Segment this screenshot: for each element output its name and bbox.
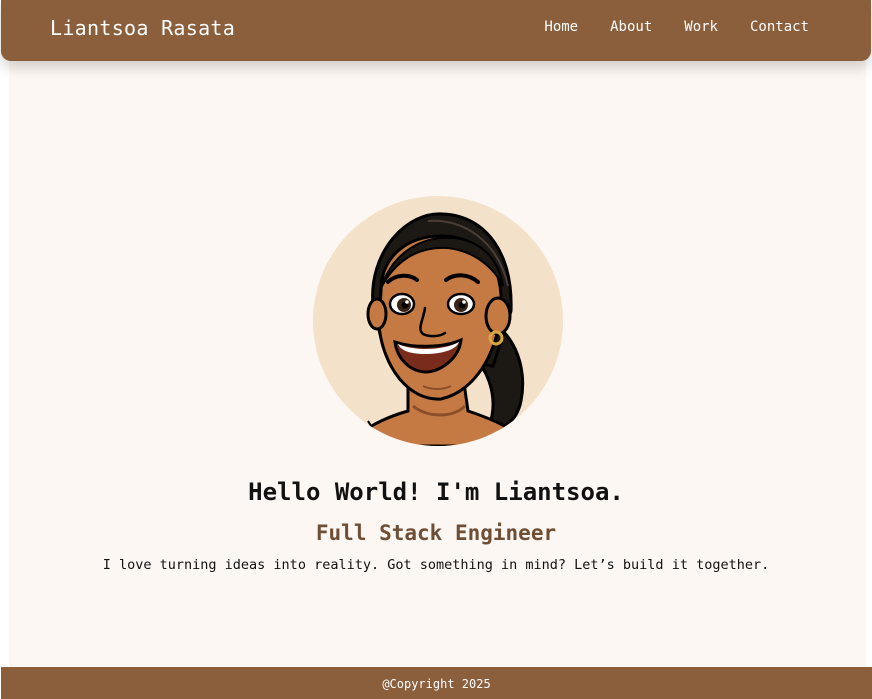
page: Liantsoa Rasata Home About Work Contact <box>0 0 872 699</box>
brand-name[interactable]: Liantsoa Rasata <box>50 16 235 40</box>
nav-links: Home About Work Contact <box>544 19 809 35</box>
footer: @Copyright 2025 <box>1 667 872 699</box>
hero-section <box>0 196 872 446</box>
avatar-illustration <box>346 212 530 446</box>
hero-greeting: Hello World! I'm Liantsoa. <box>248 478 624 506</box>
copyright-text: @Copyright 2025 <box>382 677 491 691</box>
avatar <box>313 196 563 446</box>
nav-link-work[interactable]: Work <box>684 19 718 35</box>
hero-tagline: I love turning ideas into reality. Got s… <box>102 557 770 573</box>
nav-link-home[interactable]: Home <box>544 19 578 35</box>
nav-link-contact[interactable]: Contact <box>750 19 809 35</box>
hero-role: Full Stack Engineer <box>315 521 557 545</box>
nav-link-about[interactable]: About <box>610 19 652 35</box>
navbar: Liantsoa Rasata Home About Work Contact <box>1 0 871 61</box>
